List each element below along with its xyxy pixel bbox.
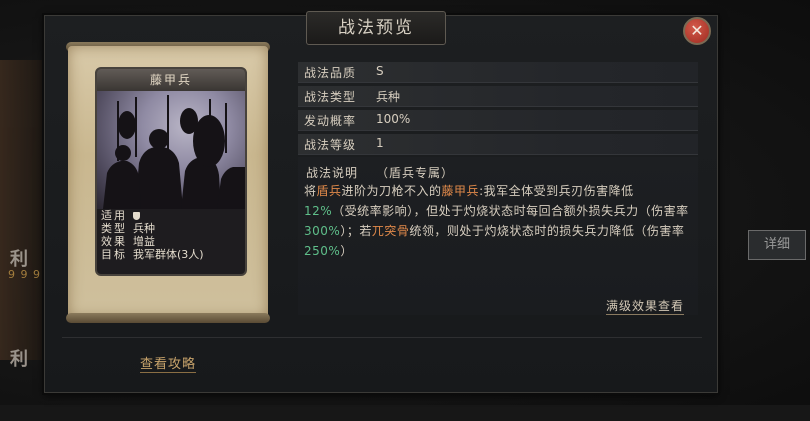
attr-value: 兵种 (376, 90, 401, 104)
description-box: 战法说明 （盾兵专属） 将盾兵进阶为刀枪不入的藤甲兵:我军全体受到兵刃伤害降低 12… (298, 157, 698, 315)
desc-part: 进阶为刀枪不入的 (341, 184, 442, 198)
dialog-title: 战法预览 (306, 11, 446, 45)
desc-part: （受统率影响），但处于灼烧状态时每回合额外损失兵力（伤害率 (332, 204, 689, 218)
desc-highlight-unit: 盾兵 (316, 184, 342, 198)
description-sub: （盾兵专属） (376, 166, 455, 180)
desc-part: 统领，则处于灼烧状态时的损失兵力降低（伤害率 (409, 224, 685, 238)
background-left-panel: 利 利 (0, 60, 50, 370)
description-header: 战法说明 （盾兵专属） (306, 164, 454, 181)
attr-label: 战法品质 (304, 66, 357, 80)
info-key: 适用 (101, 209, 127, 222)
close-icon: ✕ (690, 21, 704, 40)
card-title: 藤甲兵 (97, 69, 245, 91)
attr-probability: 发动概率 100% (298, 110, 698, 131)
attr-label: 发动概率 (304, 114, 357, 128)
shield-icon (133, 212, 140, 220)
info-row-applies: 适用 (101, 209, 241, 222)
info-row-type: 类型 兵种 (101, 222, 241, 235)
card-artwork (97, 91, 245, 209)
info-key: 类型 (101, 222, 127, 235)
attr-value: S (376, 64, 384, 78)
info-key: 目标 (101, 248, 127, 261)
desc-highlight-hero: 兀突骨 (371, 224, 410, 238)
background-digits: 9 9 9 (8, 268, 41, 281)
desc-highlight-value: 300% (304, 224, 341, 238)
attribute-list: 战法品质 S 战法类型 兵种 发动概率 100% 战法等级 1 (298, 62, 698, 158)
desc-highlight-value: 12% (304, 204, 333, 218)
detail-button[interactable]: 详细 (748, 230, 806, 260)
desc-highlight-value: 250% (304, 244, 341, 258)
attr-label: 战法等级 (304, 138, 357, 152)
desc-part: ）；若 (340, 224, 372, 238)
info-value: 兵种 (133, 222, 155, 235)
attr-quality: 战法品质 S (298, 62, 698, 83)
close-button[interactable]: ✕ (683, 17, 711, 45)
desc-highlight-unit: 藤甲兵 (441, 184, 480, 198)
scroll-bottom-roll (66, 313, 270, 323)
attr-level: 战法等级 1 (298, 134, 698, 155)
attr-type: 战法类型 兵种 (298, 86, 698, 107)
description-text: 将盾兵进阶为刀枪不入的藤甲兵:我军全体受到兵刃伤害降低 12%（受统率影响），但处… (304, 181, 696, 261)
attr-value: 1 (376, 136, 384, 150)
info-key: 效果 (101, 235, 127, 248)
background-bottom-bar (0, 405, 810, 421)
info-value: 增益 (133, 235, 155, 248)
background-mark-2: 利 (10, 349, 28, 370)
card-info: 适用 类型 兵种 效果 增益 目标 我军群体(3人) (101, 209, 241, 261)
desc-part: ） (340, 244, 353, 258)
desc-part: :我军全体受到兵刃伤害降低 (479, 184, 634, 198)
description-label: 战法说明 (306, 166, 359, 180)
desc-part: 将 (304, 184, 317, 198)
dialog-divider (62, 337, 702, 338)
info-value: 我军群体(3人) (133, 248, 204, 261)
attr-label: 战法类型 (304, 90, 357, 104)
guide-link[interactable]: 查看攻略 (140, 353, 197, 373)
info-row-target: 目标 我军群体(3人) (101, 248, 241, 261)
tactic-card[interactable]: 藤甲兵 适用 类型 兵种 效果 增益 目标 我军群体(3人) (95, 67, 247, 276)
full-effect-link[interactable]: 满级效果查看 (606, 297, 685, 315)
info-value (133, 209, 241, 222)
info-row-effect: 效果 增益 (101, 235, 241, 248)
attr-value: 100% (376, 112, 411, 126)
soldiers-silhouette (103, 95, 245, 209)
